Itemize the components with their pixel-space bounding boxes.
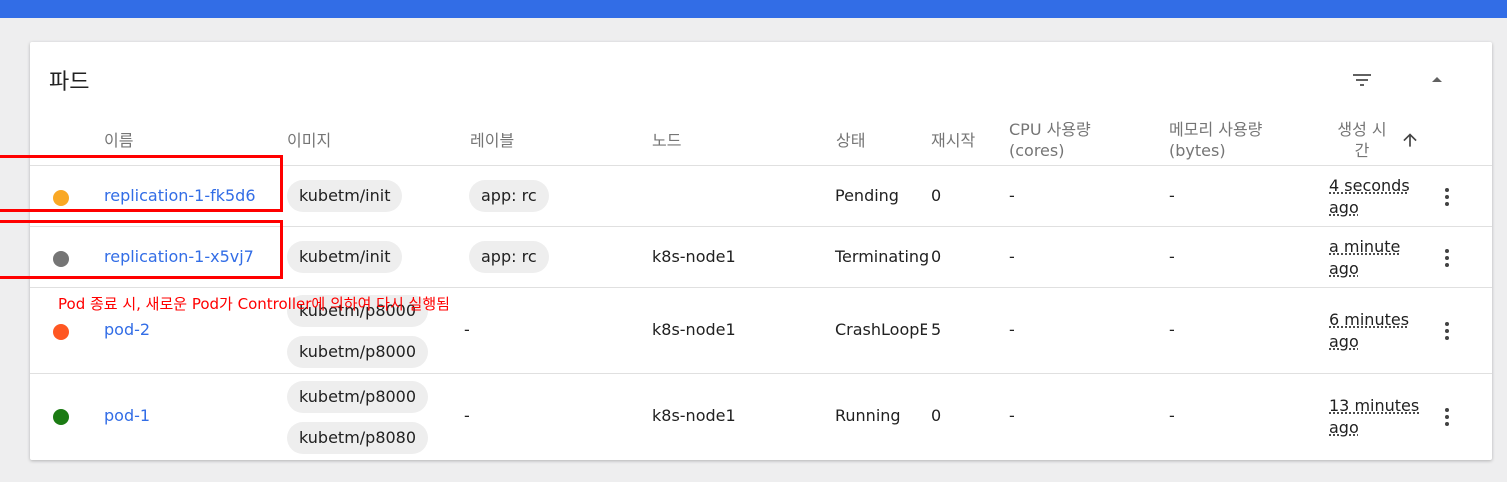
memory-cell: - <box>1169 406 1175 425</box>
restarts-cell: 0 <box>931 406 942 425</box>
chevron-up-icon[interactable] <box>1423 66 1451 94</box>
table-row: replication-1-fk5d6 kubetm/init app: rc … <box>30 165 1492 226</box>
table-row: replication-1-x5vj7 kubetm/init app: rc … <box>30 226 1492 287</box>
header-cpu: CPU 사용량 (cores) <box>1009 119 1091 161</box>
image-chip: kubetm/init <box>287 180 403 212</box>
status-dot-terminating <box>53 251 69 267</box>
age-cell: 6 minutes ago <box>1329 309 1409 353</box>
header-status: 상태 <box>836 131 866 150</box>
age-line1: 4 seconds <box>1329 176 1410 195</box>
node-cell: k8s-node1 <box>652 320 736 339</box>
status-cell: Running <box>835 406 901 425</box>
memory-cell: - <box>1169 247 1175 266</box>
restarts-cell: 0 <box>931 247 942 266</box>
age-line2: ago <box>1329 259 1359 278</box>
annotation-text: Pod 종료 시, 새로운 Pod가 Controller에 의하여 다시 실행… <box>58 295 450 313</box>
memory-cell: - <box>1169 186 1175 205</box>
pod-name-link[interactable]: pod-1 <box>104 406 150 425</box>
header-node: 노드 <box>652 131 682 150</box>
header-created-line1: 생성 시 <box>1337 120 1387 139</box>
header-created[interactable]: 생성 시 간 <box>1333 119 1391 161</box>
status-dot-pending <box>53 190 69 206</box>
header-restarts: 재시작 <box>931 131 976 150</box>
image-chip: kubetm/init <box>287 241 403 273</box>
label-chip: app: rc <box>469 180 549 212</box>
arrow-upward-icon[interactable] <box>1400 130 1420 150</box>
header-created-line2: 간 <box>1354 141 1370 160</box>
age-line1: 6 minutes <box>1329 310 1410 329</box>
age-cell: 4 seconds ago <box>1329 175 1410 219</box>
status-dot-error <box>53 324 69 340</box>
more-vert-icon[interactable] <box>1435 316 1459 346</box>
restarts-cell: 5 <box>931 320 942 339</box>
header-labels: 레이블 <box>470 131 515 150</box>
table-row: pod-1 kubetm/p8000 kubetm/p8080 - k8s-no… <box>30 373 1492 460</box>
age-line2: ago <box>1329 418 1359 437</box>
more-vert-icon[interactable] <box>1435 182 1459 212</box>
header-name[interactable]: 이름 <box>104 130 133 151</box>
cpu-cell: - <box>1009 186 1015 205</box>
memory-cell: - <box>1169 320 1175 339</box>
pods-card: 파드 이름 이미지 레이블 노드 상태 재시작 CPU 사용량 (cores) … <box>30 42 1492 460</box>
top-toolbar <box>0 0 1507 18</box>
status-dot-running <box>53 409 69 425</box>
image-chip: kubetm/p8000 <box>287 336 429 368</box>
header-memory: 메모리 사용량 (bytes) <box>1169 119 1262 161</box>
labels-cell: - <box>464 320 470 339</box>
more-vert-icon[interactable] <box>1435 243 1459 273</box>
age-line2: ago <box>1329 198 1359 217</box>
cpu-cell: - <box>1009 406 1015 425</box>
status-cell: Terminating <box>835 247 930 266</box>
card-title: 파드 <box>49 70 90 95</box>
image-chip: kubetm/p8000 <box>287 381 429 413</box>
header-cpu-line2: (cores) <box>1009 141 1065 160</box>
cpu-cell: - <box>1009 320 1015 339</box>
header-images: 이미지 <box>287 131 332 150</box>
node-cell: k8s-node1 <box>652 247 736 266</box>
pod-name-link[interactable]: pod-2 <box>104 320 150 339</box>
more-vert-icon[interactable] <box>1435 402 1459 432</box>
restarts-cell: 0 <box>931 186 942 205</box>
age-cell: a minute ago <box>1329 236 1400 280</box>
header-memory-line2: (bytes) <box>1169 141 1226 160</box>
labels-cell: - <box>464 406 470 425</box>
image-chip: kubetm/p8080 <box>287 422 429 454</box>
pod-name-link[interactable]: replication-1-x5vj7 <box>104 247 254 266</box>
cpu-cell: - <box>1009 247 1015 266</box>
age-line1: 13 minutes <box>1329 396 1420 415</box>
status-cell: Pending <box>835 186 899 205</box>
age-line2: ago <box>1329 332 1359 351</box>
header-cpu-line1: CPU 사용량 <box>1009 120 1091 139</box>
age-line1: a minute <box>1329 237 1401 256</box>
pod-name-link[interactable]: replication-1-fk5d6 <box>104 186 256 205</box>
age-cell: 13 minutes ago <box>1329 395 1419 439</box>
status-cell: CrashLoopE <box>835 320 927 339</box>
label-chip: app: rc <box>469 241 549 273</box>
node-cell: k8s-node1 <box>652 406 736 425</box>
filter-list-icon[interactable] <box>1348 66 1376 94</box>
header-memory-line1: 메모리 사용량 <box>1169 120 1263 139</box>
